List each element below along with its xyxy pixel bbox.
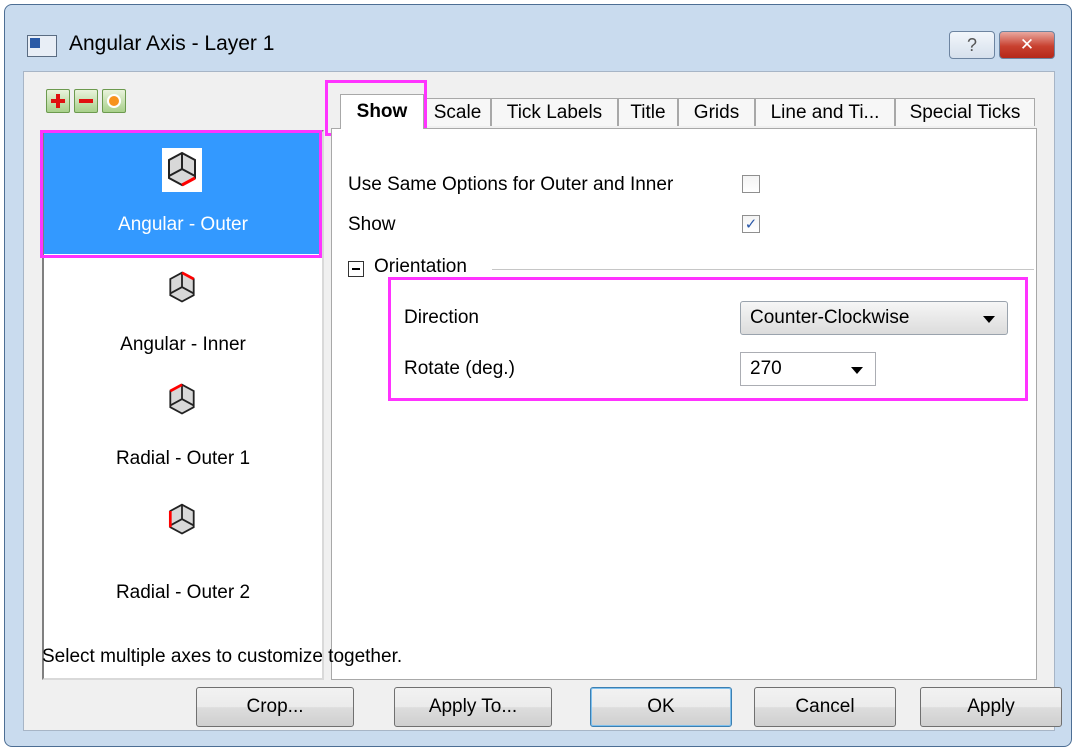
close-button[interactable]: ✕ xyxy=(999,31,1055,59)
axis-item-radial-outer-1[interactable]: Radial - Outer 1 xyxy=(44,376,322,498)
tab-show[interactable]: Show xyxy=(340,94,424,129)
rotate-combo[interactable]: 270 xyxy=(740,352,876,386)
direction-label: Direction xyxy=(404,307,479,328)
dialog-client-area: Angular - Outer Angular - Inner Radial -… xyxy=(23,71,1062,731)
add-axis-button[interactable] xyxy=(46,89,70,113)
tab-scale[interactable]: Scale xyxy=(424,98,491,126)
axis-item-label: Angular - Inner xyxy=(120,334,246,355)
apply-button[interactable]: Apply xyxy=(920,687,1062,727)
collapse-orientation-button[interactable] xyxy=(348,261,364,277)
direction-dropdown[interactable]: Counter-Clockwise xyxy=(740,301,1008,335)
cancel-button[interactable]: Cancel xyxy=(754,687,896,727)
cube-axis-icon xyxy=(164,380,200,420)
cube-axis-icon xyxy=(164,268,200,308)
axis-item-radial-outer-2[interactable]: Radial - Outer 2 xyxy=(44,498,322,620)
axis-item-angular-outer[interactable]: Angular - Outer xyxy=(44,132,322,254)
group-divider xyxy=(492,269,1034,270)
axis-item-label: Angular - Outer xyxy=(118,214,248,235)
tab-grids[interactable]: Grids xyxy=(678,98,755,126)
cube-axis-icon xyxy=(162,148,202,192)
crop-button[interactable]: Crop... xyxy=(196,687,354,727)
remove-axis-button[interactable] xyxy=(74,89,98,113)
status-text: Select multiple axes to customize togeth… xyxy=(42,646,403,667)
app-icon xyxy=(27,35,57,57)
show-checkbox[interactable]: ✓ xyxy=(742,215,760,233)
dropdown-arrow-icon xyxy=(851,367,863,374)
tab-tick-labels[interactable]: Tick Labels xyxy=(491,98,618,126)
help-button[interactable]: ? xyxy=(949,31,995,59)
tab-special-ticks[interactable]: Special Ticks xyxy=(895,98,1035,126)
axis-item-label: Radial - Outer 1 xyxy=(115,448,251,469)
rotate-label: Rotate (deg.) xyxy=(404,358,515,379)
minus-icon xyxy=(79,99,93,103)
rotate-value: 270 xyxy=(750,358,782,379)
axis-item-label: Radial - Outer 2 xyxy=(115,582,251,603)
show-label: Show xyxy=(348,214,396,235)
reset-axis-button[interactable] xyxy=(102,89,126,113)
circle-icon xyxy=(107,94,121,108)
highlight-orientation-settings xyxy=(388,277,1028,401)
dialog-window: Angular Axis - Layer 1 ? ✕ Angular - Out… xyxy=(4,4,1072,747)
tab-line-and-ticks[interactable]: Line and Ti... xyxy=(755,98,895,126)
apply-to-button[interactable]: Apply To... xyxy=(394,687,552,727)
direction-value: Counter-Clockwise xyxy=(750,307,910,328)
window-title: Angular Axis - Layer 1 xyxy=(69,32,275,55)
same-options-checkbox[interactable] xyxy=(742,175,760,193)
cube-axis-icon xyxy=(164,500,200,540)
same-options-label: Use Same Options for Outer and Inner xyxy=(348,174,674,195)
axis-list[interactable]: Angular - Outer Angular - Inner Radial -… xyxy=(42,130,324,680)
orientation-group-label: Orientation xyxy=(374,256,467,277)
show-tab-panel: Use Same Options for Outer and Inner Sho… xyxy=(331,128,1037,680)
tab-title[interactable]: Title xyxy=(618,98,678,126)
plus-icon xyxy=(51,94,65,108)
axis-item-angular-inner[interactable]: Angular - Inner xyxy=(44,254,322,376)
ok-button[interactable]: OK xyxy=(590,687,732,727)
title-bar[interactable]: Angular Axis - Layer 1 ? ✕ xyxy=(5,5,1071,67)
dropdown-arrow-icon xyxy=(983,316,995,323)
